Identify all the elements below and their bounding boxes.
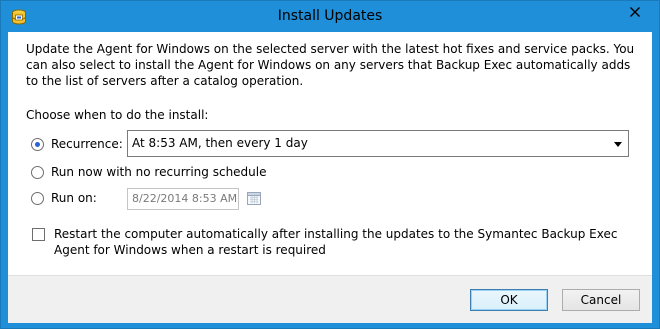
dialog-footer: OK Cancel [8, 275, 652, 323]
recurrence-dropdown[interactable]: At 8:53 AM, then every 1 day [127, 130, 629, 157]
close-icon [629, 3, 641, 22]
close-button[interactable] [619, 2, 651, 22]
run-now-option[interactable]: Run now with no recurring schedule [31, 162, 267, 182]
recurrence-radio[interactable] [31, 137, 44, 151]
run-on-radio[interactable] [31, 191, 44, 205]
run-on-date-field[interactable]: 8/22/2014 8:53 AM [127, 188, 239, 210]
calendar-icon[interactable] [246, 190, 262, 206]
restart-checkbox-label: Restart the computer automatically after… [54, 227, 618, 257]
run-on-label: Run on: [51, 191, 97, 205]
cancel-button[interactable]: Cancel [562, 289, 640, 311]
run-now-radio[interactable] [31, 165, 44, 179]
run-on-date-value: 8/22/2014 8:53 AM [132, 192, 238, 205]
recurrence-value: At 8:53 AM, then every 1 day [132, 136, 308, 150]
chevron-down-icon [614, 142, 622, 147]
recurrence-label: Recurrence: [51, 137, 123, 151]
ok-button[interactable]: OK [470, 289, 548, 311]
run-now-label: Run now with no recurring schedule [51, 165, 267, 179]
install-schedule-label: Choose when to do the install: [26, 108, 209, 122]
restart-option[interactable]: Restart the computer automatically after… [32, 226, 642, 258]
restart-checkbox[interactable] [32, 228, 45, 241]
dialog-content: Update the Agent for Windows on the sele… [8, 32, 652, 275]
title-bar[interactable]: Install Updates [1, 1, 659, 32]
window-title: Install Updates [277, 8, 383, 24]
description-text: Update the Agent for Windows on the sele… [26, 42, 635, 88]
install-updates-dialog: Install Updates Update the Agent for Win… [0, 0, 660, 329]
recurrence-option[interactable]: Recurrence: [31, 134, 123, 154]
run-on-option[interactable]: Run on: [31, 188, 97, 208]
